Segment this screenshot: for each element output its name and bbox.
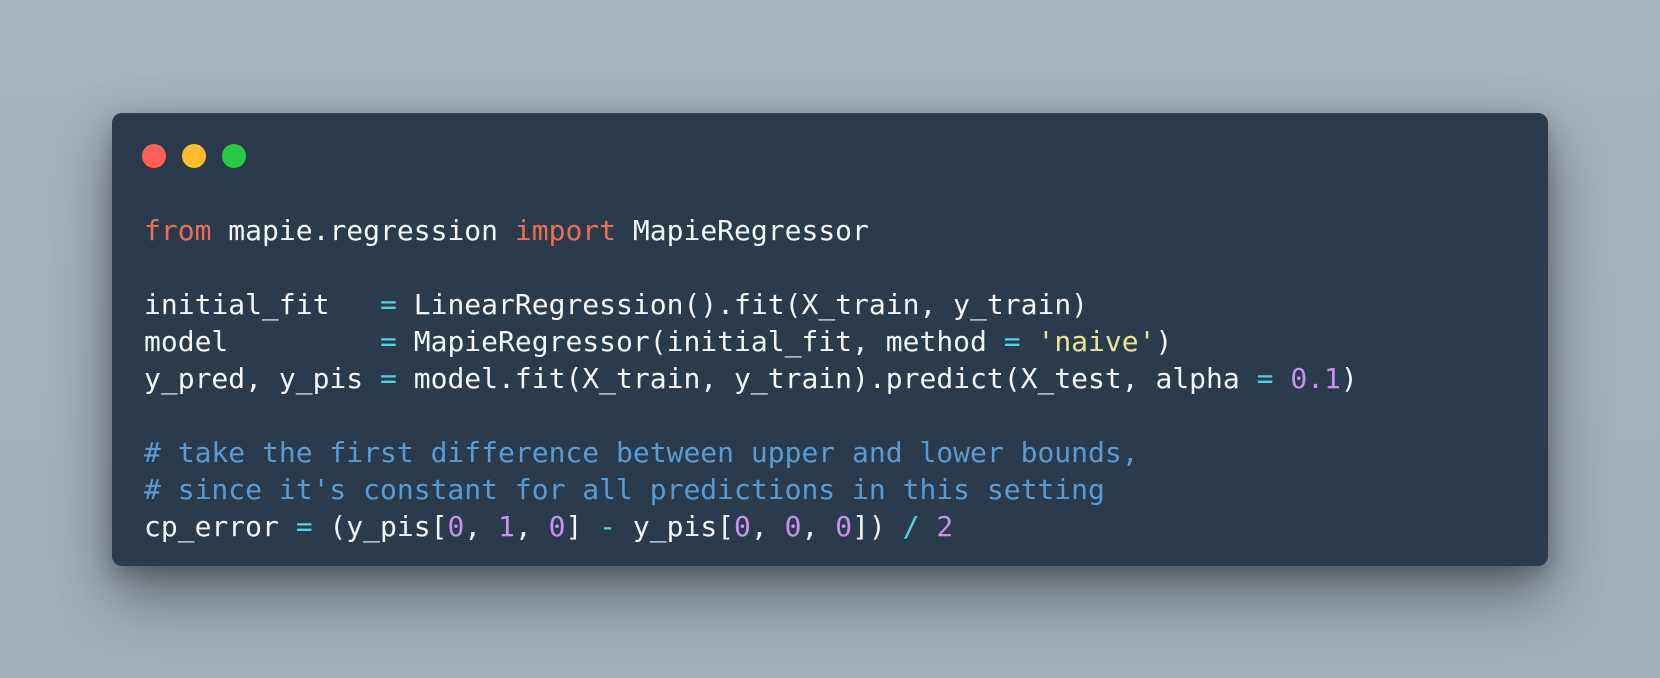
keyword-token: import <box>514 214 617 247</box>
code-window: from mapie.regression import MapieRegres… <box>112 113 1548 566</box>
code-token: ]) <box>852 510 903 543</box>
keyword-token: from <box>144 214 212 247</box>
code-token: MapieRegressor(initial_fit, method <box>396 325 1004 358</box>
code-token: model.fit(X_train, y_train).predict(X_te… <box>396 362 1257 395</box>
code-token: cp_error <box>144 510 296 543</box>
number-token: 1 <box>498 510 515 543</box>
number-token: 0 <box>734 510 751 543</box>
code-line: from mapie.regression import MapieRegres… <box>144 212 1358 249</box>
number-token: 0 <box>548 510 566 543</box>
comment-token: # take the first difference between uppe… <box>144 436 1139 469</box>
code-token: y_pred, y_pis <box>144 362 381 395</box>
code-token: LinearRegression().fit(X_train, y_train) <box>396 288 1089 321</box>
code-token: (y_pis[ <box>312 510 448 543</box>
code-token: ) <box>1340 362 1358 395</box>
string-token: 'naive' <box>1037 325 1156 358</box>
code-token: initial_fit <box>144 288 381 321</box>
operator-token: = <box>380 325 397 358</box>
comment-token: # since it's constant for all prediction… <box>144 473 1105 506</box>
code-token: MapieRegressor <box>616 214 869 247</box>
number-token: 0 <box>447 510 465 543</box>
code-line: initial_fit = LinearRegression().fit(X_t… <box>144 286 1358 323</box>
number-token: 0 <box>835 510 853 543</box>
code-token: model <box>144 325 381 358</box>
code-line: model = MapieRegressor(initial_fit, meth… <box>144 323 1358 360</box>
code-line: y_pred, y_pis = model.fit(X_train, y_tra… <box>144 360 1358 397</box>
code-token: y_pis[ <box>616 510 735 543</box>
number-token: 0.1 <box>1290 362 1341 395</box>
operator-token: = <box>1003 325 1021 358</box>
code-token: , <box>801 510 836 543</box>
operator-token: = <box>1256 362 1274 395</box>
operator-token: = <box>380 362 397 395</box>
code-token: ) <box>1155 325 1173 358</box>
code-line: # take the first difference between uppe… <box>144 434 1358 471</box>
number-token: 2 <box>936 510 954 543</box>
blank-code-line <box>144 249 1358 286</box>
code-line: # since it's constant for all prediction… <box>144 471 1358 508</box>
blank-code-line <box>144 397 1358 434</box>
operator-token: / <box>902 510 920 543</box>
operator-token: = <box>380 288 397 321</box>
code-token: , <box>750 510 785 543</box>
code-block: from mapie.regression import MapieRegres… <box>144 212 1358 545</box>
code-token: , <box>464 510 499 543</box>
operator-token: - <box>599 510 617 543</box>
code-token: , <box>514 510 549 543</box>
code-token: ] <box>565 510 600 543</box>
window-controls <box>142 144 246 168</box>
close-dot-icon[interactable] <box>142 144 166 168</box>
code-line: cp_error = (y_pis[0, 1, 0] - y_pis[0, 0,… <box>144 508 1358 545</box>
number-token: 0 <box>784 510 802 543</box>
operator-token: = <box>295 510 313 543</box>
minimize-dot-icon[interactable] <box>182 144 206 168</box>
code-token: mapie.regression <box>211 214 515 247</box>
zoom-dot-icon[interactable] <box>222 144 246 168</box>
